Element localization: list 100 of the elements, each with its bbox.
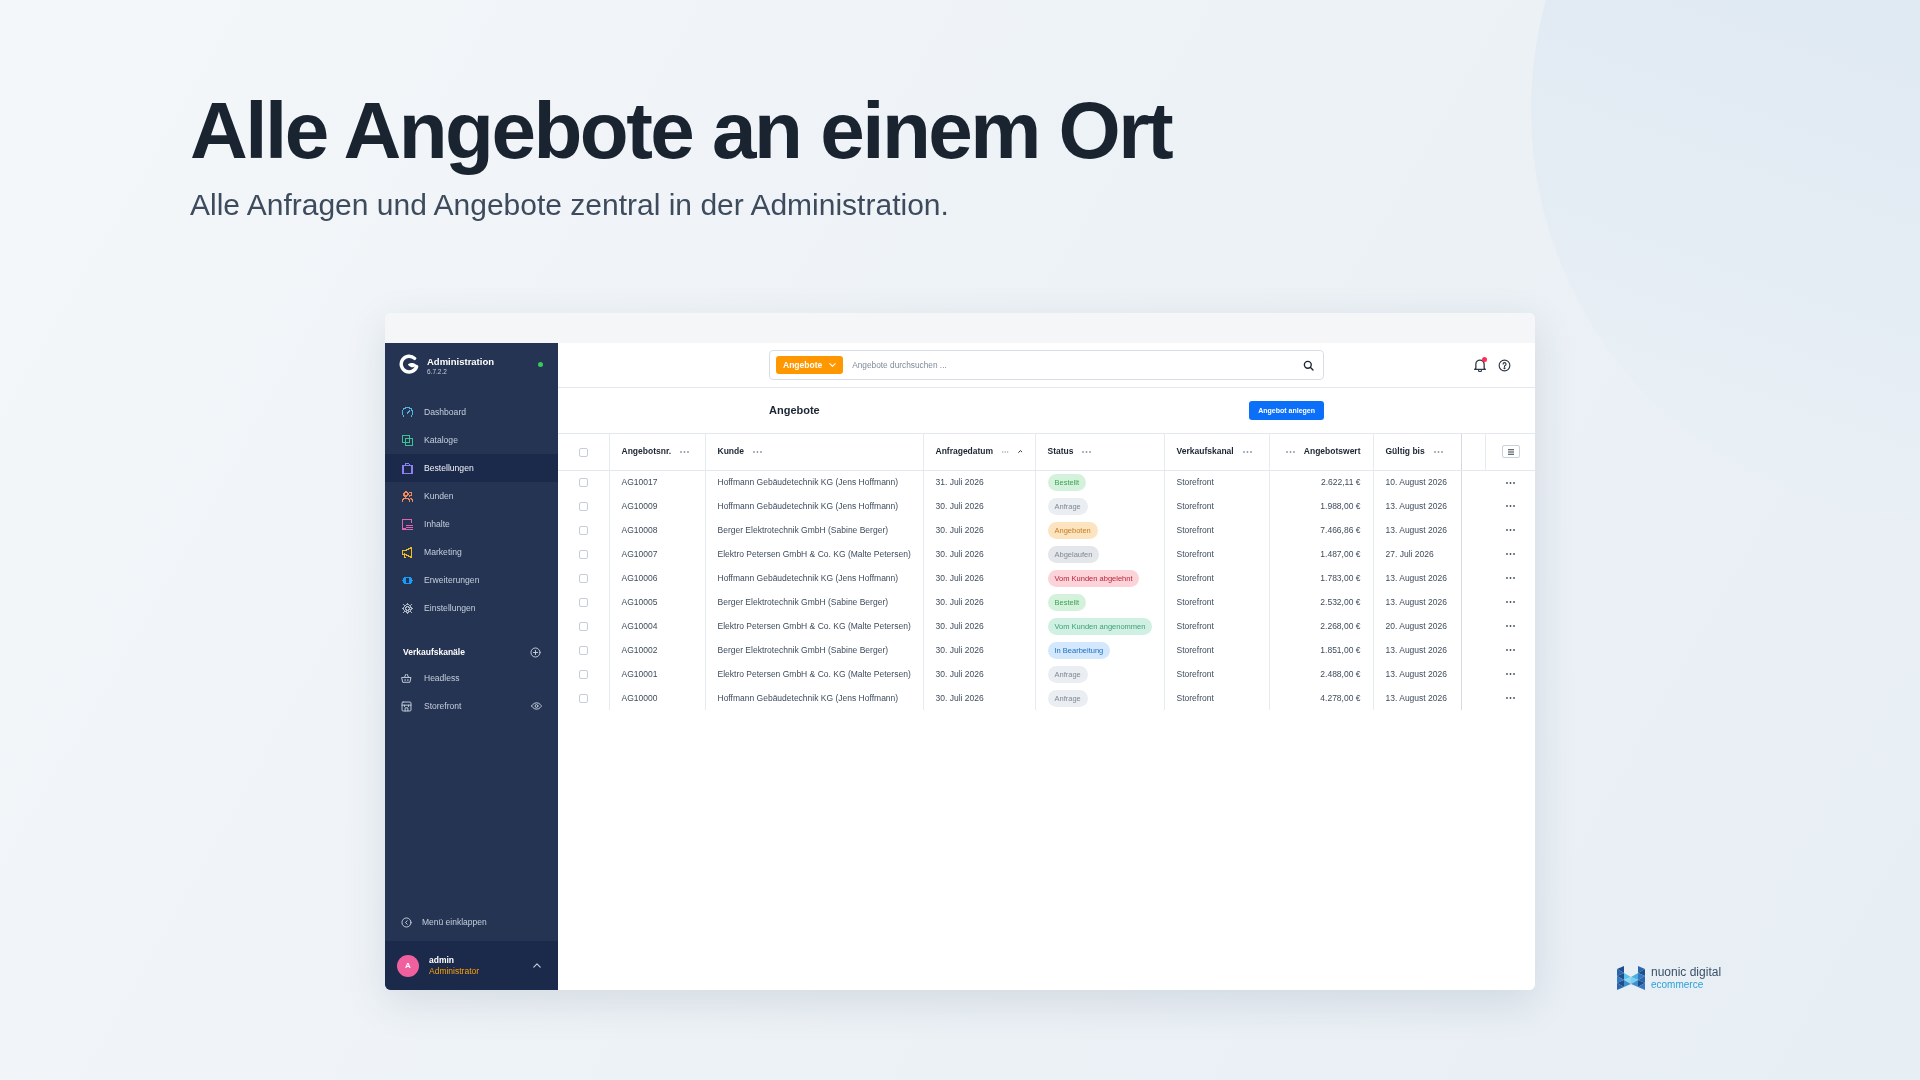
table-cell: 1.988,00 € — [1269, 494, 1373, 518]
row-checkbox[interactable] — [578, 573, 588, 583]
row-checkbox[interactable] — [578, 669, 588, 679]
table-cell: 30. Juli 2026 — [923, 614, 1035, 638]
row-checkbox[interactable] — [578, 549, 588, 559]
table-cell: 13. August 2026 — [1373, 638, 1461, 662]
table-cell: 2.488,00 € — [1269, 662, 1373, 686]
column-header[interactable]: Status — [1047, 445, 1074, 459]
sidebar-item[interactable]: Dashboard — [385, 398, 558, 426]
table-cell: Hoffmann Gebäudetechnik KG (Jens Hoffmann) — [705, 494, 923, 518]
column-header[interactable]: Gültig bis — [1385, 445, 1425, 459]
eye-icon[interactable] — [531, 702, 542, 710]
table-cell: AG10002 — [609, 638, 705, 662]
table-cell: 13. August 2026 — [1373, 566, 1461, 590]
table-cell: Elektro Petersen GmbH & Co. KG (Malte Petersen) — [705, 614, 923, 638]
table-cell: 2.268,00 € — [1269, 614, 1373, 638]
row-checkbox[interactable] — [578, 478, 588, 488]
table-cell: AG10008 — [609, 518, 705, 542]
table-cell: 1.487,00 € — [1269, 542, 1373, 566]
chevron-up-icon[interactable] — [533, 963, 541, 968]
row-checkbox[interactable] — [578, 597, 588, 607]
collapse-menu-link[interactable]: Menü einklappen — [385, 908, 558, 936]
sidebar-item[interactable]: Einstellungen — [385, 594, 558, 622]
row-checkbox[interactable] — [578, 621, 588, 631]
table-cell: Storefront — [1164, 542, 1269, 566]
table-cell: 2.622,11 € — [1269, 470, 1373, 494]
more-icon[interactable] — [1506, 649, 1515, 652]
column-header[interactable]: Angebotswert — [1303, 445, 1361, 459]
table-cell: 13. August 2026 — [1373, 518, 1461, 542]
table-cell: 13. August 2026 — [1373, 590, 1461, 614]
search-icon[interactable] — [1303, 359, 1314, 371]
column-header[interactable]: Anfragedatum — [935, 445, 994, 459]
table-cell: AG10000 — [609, 686, 705, 710]
user-role: Administrator — [429, 965, 480, 977]
sidebar-item[interactable]: Kunden — [385, 482, 558, 510]
store-icon — [401, 700, 412, 712]
table-cell: 7.466,86 € — [1269, 518, 1373, 542]
logo-icon — [399, 354, 419, 374]
table-cell: Elektro Petersen GmbH & Co. KG (Malte Petersen) — [705, 662, 923, 686]
select-all-checkbox[interactable] — [578, 447, 588, 457]
column-header[interactable]: Verkaufskanal — [1176, 445, 1234, 459]
table-cell: AG10007 — [609, 542, 705, 566]
table-cell: Hoffmann Gebäudetechnik KG (Jens Hoffmann) — [705, 470, 923, 494]
more-icon[interactable] — [1506, 577, 1515, 580]
sales-channel-item[interactable]: Storefront — [401, 699, 462, 713]
table-cell: AG10001 — [609, 662, 705, 686]
more-icon[interactable] — [1506, 697, 1515, 700]
more-icon[interactable] — [1506, 601, 1515, 604]
sales-channel-item[interactable]: Headless — [401, 671, 460, 685]
table-cell: Storefront — [1164, 686, 1269, 710]
table-cell: 30. Juli 2026 — [923, 686, 1035, 710]
table-cell: Storefront — [1164, 662, 1269, 686]
table-cell: Storefront — [1164, 614, 1269, 638]
more-icon[interactable] — [1506, 505, 1515, 508]
help-icon[interactable] — [1498, 358, 1511, 372]
table-cell: AG10005 — [609, 590, 705, 614]
table-cell: 31. Juli 2026 — [923, 470, 1035, 494]
table-cell: 13. August 2026 — [1373, 662, 1461, 686]
page-title: Angebote — [769, 403, 820, 418]
more-icon[interactable] — [1506, 625, 1515, 628]
table-cell: 30. Juli 2026 — [923, 590, 1035, 614]
table-cell: AG10004 — [609, 614, 705, 638]
table-cell: 1.783,00 € — [1269, 566, 1373, 590]
row-checkbox[interactable] — [578, 525, 588, 535]
column-header[interactable]: Angebotsnr. — [621, 445, 672, 459]
section-title: Verkaufskanäle — [403, 645, 465, 659]
table-cell: 4.278,00 € — [1269, 686, 1373, 710]
more-icon[interactable] — [1506, 673, 1515, 676]
table-cell: 13. August 2026 — [1373, 686, 1461, 710]
column-header[interactable]: Kunde — [717, 445, 744, 459]
more-icon[interactable] — [1506, 481, 1515, 484]
more-icon[interactable] — [1506, 529, 1515, 532]
table-cell: Storefront — [1164, 494, 1269, 518]
app-title: Administration — [427, 356, 495, 368]
more-icon[interactable] — [1506, 553, 1515, 556]
sidebar-item[interactable]: Bestellungen — [385, 454, 558, 482]
table-cell: 30. Juli 2026 — [923, 638, 1035, 662]
row-checkbox[interactable] — [578, 645, 588, 655]
sort-caret-icon[interactable] — [1017, 449, 1023, 455]
table-cell: 30. Juli 2026 — [923, 566, 1035, 590]
sidebar-item[interactable]: Kataloge — [385, 426, 558, 454]
caret-down-icon — [829, 363, 837, 367]
sidebar-item[interactable]: Erweiterungen — [385, 566, 558, 594]
table-cell: Storefront — [1164, 566, 1269, 590]
table-cell: 30. Juli 2026 — [923, 542, 1035, 566]
sidebar-item[interactable]: Marketing — [385, 538, 558, 566]
table-cell: 2.532,00 € — [1269, 590, 1373, 614]
row-checkbox[interactable] — [578, 693, 588, 703]
table-cell: Berger Elektrotechnik GmbH (Sabine Berger) — [705, 590, 923, 614]
sidebar-item[interactable]: Inhalte — [385, 510, 558, 538]
row-checkbox[interactable] — [578, 501, 588, 511]
column-settings-button[interactable] — [1501, 445, 1520, 459]
table-cell: AG10006 — [609, 566, 705, 590]
table-cell: 30. Juli 2026 — [923, 518, 1035, 542]
add-icon[interactable] — [530, 646, 541, 658]
table-cell: AG10017 — [609, 470, 705, 494]
table-cell: Storefront — [1164, 590, 1269, 614]
bell-icon[interactable] — [1474, 358, 1486, 372]
table-cell: Storefront — [1164, 518, 1269, 542]
table-cell: 1.851,00 € — [1269, 638, 1373, 662]
